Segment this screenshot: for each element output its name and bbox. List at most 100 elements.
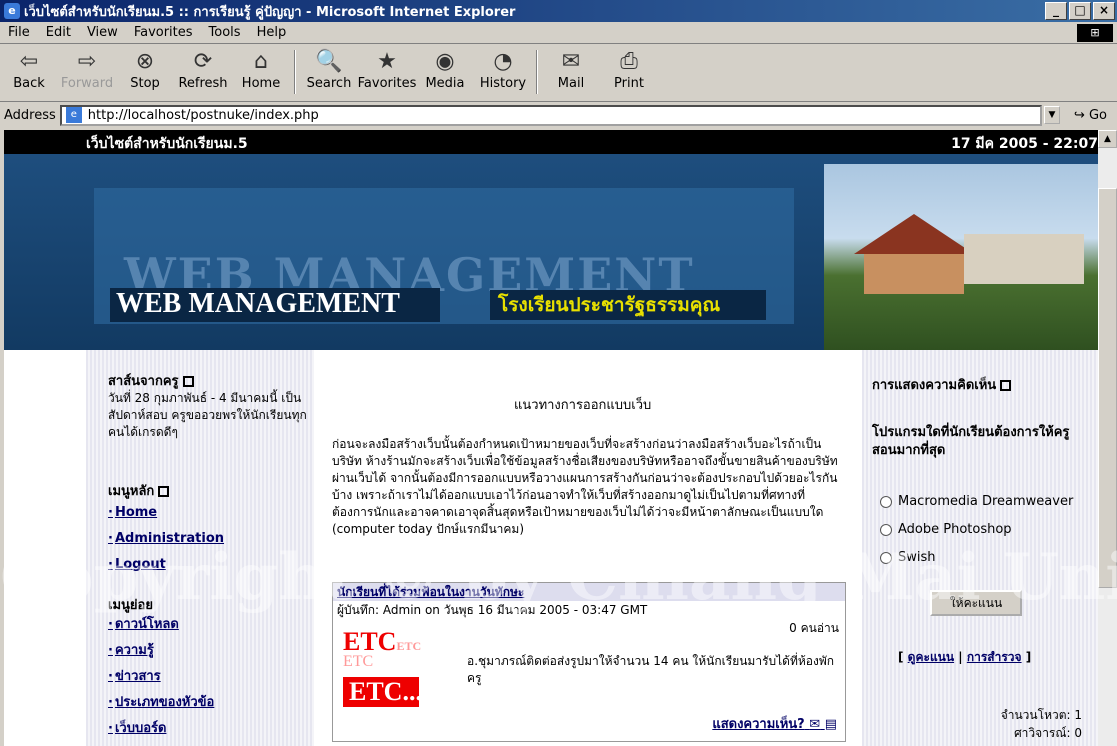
refresh-button[interactable]: ⟳ Refresh [174,44,232,102]
forward-icon: ⇨ [77,49,97,74]
print-icon[interactable]: ▤ [825,717,837,732]
address-input[interactable]: e http://localhost/postnuke/index.php [59,104,1042,126]
left-margin [4,350,86,746]
collapse-icon[interactable] [158,486,170,497]
poll-heading: การแสดงความคิดเห็น [872,374,1012,395]
home-icon: ⌂ [254,49,268,74]
poll-option[interactable]: Macromedia Dreamweaver [880,494,1073,509]
news-read-count: 0 คนอ่าน [789,621,839,635]
ie-icon: e [4,3,20,19]
scroll-up-button[interactable]: ▲ [1098,130,1117,148]
poll-option[interactable]: Adobe Photoshop [880,522,1012,537]
submenu-link-knowledge[interactable]: ความรู้ [108,638,214,664]
teacher-message-heading: สาส์นจากครู [108,370,194,391]
photo-wall [864,254,964,294]
menu-edit[interactable]: Edit [46,25,71,40]
radio-button[interactable] [880,551,892,564]
news-comment-link[interactable]: แสดงความเห็น? ✉ ▤ [712,713,837,734]
forward-button[interactable]: ⇨ Forward [58,44,116,102]
window-titlebar: e เว็บไซต์สำหรับนักเรียนม.5 :: การเรียนร… [0,0,1117,22]
windows-logo-icon: ⊞ [1077,24,1113,42]
minimize-button[interactable]: _ [1045,2,1067,20]
history-icon: ◔ [493,49,513,74]
comment-count: ศาวิจารณ์: 0 [1014,726,1082,740]
left-sidebar: สาส์นจากครู วันที่ 28 กุมภาพันธ์ - 4 มีน… [86,350,314,746]
collapse-icon[interactable] [182,376,194,387]
home-button[interactable]: ⌂ Home [232,44,290,102]
menu-link-administration[interactable]: Administration [108,526,224,552]
sub-menu: ดาวน์โหลด ความรู้ ข่าวสาร ประเภทของหัวข้… [108,612,214,742]
poll-question: โปรแกรมใดที่นักเรียนต้องการให้ครูสอนมากท… [872,425,1070,458]
stop-button[interactable]: ⊗ Stop [116,44,174,102]
vote-count: จำนวนโหวต: 1 [1000,708,1082,722]
banner-title: WEB MANAGEMENT [110,288,440,322]
news-item: นักเรียนที่ได้ร่วมฟ้อนในงานวันทักษะ ผู้บ… [332,582,846,742]
site-name: เว็บไซต์สำหรับนักเรียนม.5 [86,136,248,152]
poll-stats: จำนวนโหวต: 1 ศาวิจารณ์: 0 [862,706,1082,742]
toolbar: ⇦ Back ⇨ Forward ⊗ Stop ⟳ Refresh ⌂ Home 🔍 Sea… [0,44,1117,102]
article-body: ก่อนจะลงมือสร้างเว็บนั้นต้องกำหนดเป้าหมา… [332,437,838,536]
radio-button[interactable] [880,523,892,536]
search-button[interactable]: 🔍 Search [300,44,358,102]
vote-button[interactable]: ให้คะแนน [930,590,1022,616]
back-button[interactable]: ⇦ Back [0,44,58,102]
school-photo [824,164,1098,350]
menu-bar: File Edit View Favorites Tools Help ⊞ [0,22,1117,44]
mail-button[interactable]: ✉ Mail [542,44,600,102]
toolbar-separator [294,50,296,94]
go-arrow-icon: ↪ [1073,107,1085,123]
stop-icon: ⊗ [135,49,155,74]
favorites-icon: ★ [377,49,397,74]
collapse-icon[interactable] [1000,380,1012,391]
page-icon: e [65,107,82,123]
history-button[interactable]: ◔ History [474,44,532,102]
banner-school-name: โรงเรียนประชารัฐธรรมคุณ [490,290,766,320]
poll-links: [ ดูคะแนน | การสำรวจ ] [898,650,1032,664]
address-label: Address [4,107,56,123]
toolbar-separator [536,50,538,94]
address-url: http://localhost/postnuke/index.php [87,107,319,123]
address-dropdown-button[interactable]: ▼ [1043,106,1060,124]
vertical-scrollbar[interactable]: ▲ [1098,130,1117,746]
site-date: 17 มีค 2005 - 22:07 [951,136,1098,152]
main-menu-heading: เมนูหลัก [108,480,170,501]
site-top-strip: เว็บไซต์สำหรับนักเรียนม.5 17 มีค 2005 - … [4,130,1098,154]
back-icon: ⇦ [19,49,39,74]
menu-link-logout[interactable]: Logout [108,552,224,578]
media-icon: ◉ [435,49,455,74]
menu-link-home[interactable]: Home [108,500,224,526]
radio-button[interactable] [880,495,892,508]
window-title: เว็บไซต์สำหรับนักเรียนม.5 :: การเรียนรู้… [24,4,516,20]
menu-tools[interactable]: Tools [209,25,241,40]
menu-file[interactable]: File [8,25,30,40]
web-page: เว็บไซต์สำหรับนักเรียนม.5 17 มีค 2005 - … [4,130,1098,746]
media-button[interactable]: ◉ Media [416,44,474,102]
etc-logo-box: ETC... [343,677,422,707]
center-content: แนวทางการออกแบบเว็บ ก่อนจะลงมือสร้างเว็บ… [314,350,862,746]
photo-building [964,234,1084,284]
maximize-button[interactable]: □ [1069,2,1091,20]
submenu-link-topics[interactable]: ประเภทของหัวข้อ [108,690,214,716]
right-sidebar: การแสดงความคิดเห็น โปรแกรมใดที่นักเรียนต… [862,350,1098,746]
teacher-message-text: วันที่ 28 กุมภาพันธ์ - 4 มีนาคมนี้ เป็นส… [108,391,307,439]
poll-option[interactable]: Swish [880,550,936,565]
scroll-thumb[interactable] [1098,188,1117,588]
menu-favorites[interactable]: Favorites [134,25,193,40]
results-link[interactable]: ดูคะแนน [908,650,954,664]
go-button[interactable]: ↪ Go [1074,108,1107,123]
email-icon[interactable]: ✉ [809,717,820,732]
submenu-link-webboard[interactable]: เว็บบอร์ด [108,716,214,742]
submenu-link-news[interactable]: ข่าวสาร [108,664,214,690]
polls-link[interactable]: การสำรวจ [967,650,1022,664]
etc-logo-faded: ETC [343,653,374,670]
menu-help[interactable]: Help [257,25,287,40]
main-menu: Home Administration Logout [108,500,224,578]
menu-view[interactable]: View [87,25,118,40]
favorites-button[interactable]: ★ Favorites [358,44,417,102]
close-button[interactable]: × [1093,2,1115,20]
photo-roof [854,214,974,254]
news-text: อ.ชุมาภรณ์ติดต่อส่งรูปมาให้จำนวน 14 คน ใ… [467,654,835,685]
news-title-link[interactable]: นักเรียนที่ได้ร่วมฟ้อนในงานวันทักษะ [333,583,845,601]
submenu-link-download[interactable]: ดาวน์โหลด [108,612,214,638]
print-button[interactable]: ⎙ Print [600,44,658,102]
